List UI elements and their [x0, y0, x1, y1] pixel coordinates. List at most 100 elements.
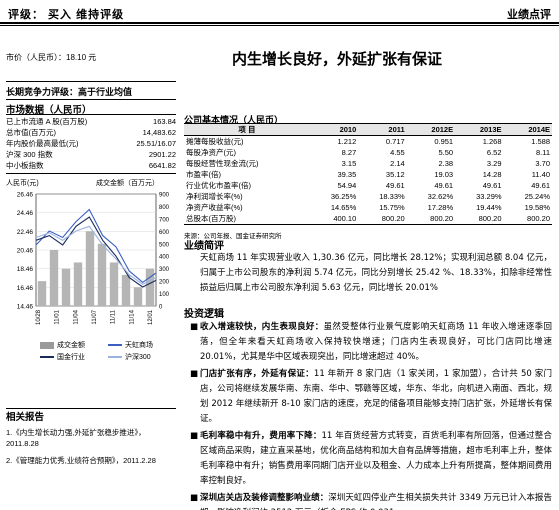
list-item: ■ 深圳店关店及装修调整影响业绩：深圳天虹四停业产生相关损失共计 3349 万元已…: [190, 491, 552, 510]
table-cell: 1.268: [482, 137, 502, 146]
y2-tick-label: 900: [159, 193, 170, 199]
market-data-label: 总市值(百万元): [6, 128, 56, 137]
table-cell: 3.15: [341, 159, 357, 168]
bullet-heading: 收入增速较快，内生表现良好：: [200, 322, 324, 332]
market-data-value: 25.51/16.07: [136, 139, 176, 148]
investment-title: 投资逻辑: [184, 309, 224, 320]
summary-title: 业绩简评: [184, 241, 224, 252]
divider: [6, 81, 176, 82]
legend-item: 国金行业: [40, 352, 108, 362]
legend-label: 天虹商场: [125, 342, 153, 349]
table-row: 每股净资产(元) 8.27 4.55 5.50 6.52 8.11: [184, 147, 552, 158]
table-cell: 19.03: [434, 170, 454, 179]
table-cell: 14.65%: [330, 203, 357, 212]
header-rule-thin: [0, 25, 559, 26]
financial-table: 项 目 2010 2011 2012E 2013E 2014E 摊薄每股收益(元…: [184, 123, 552, 225]
row-label: 摊薄每股收益(元): [186, 137, 244, 146]
market-data-value: 163.84: [153, 117, 176, 126]
y2-tick-label: 600: [159, 230, 170, 236]
table-cell: 36.25%: [330, 192, 357, 201]
table-cell: 54.94: [337, 181, 357, 190]
y-tick-label: 24.46: [17, 210, 34, 217]
headline: 内生增长良好，外延扩张有保证: [232, 50, 443, 68]
table-row: 净资产收益率(%) 14.65% 15.75% 17.28% 19.44% 19.58%: [184, 202, 552, 213]
related-report-link[interactable]: 1.《内生增长动力强,外延扩张稳步推进》，2011.8.28: [6, 427, 176, 449]
right-axis-title: 成交金额（百万元）: [96, 180, 159, 187]
y-tick-label: 26.46: [17, 192, 34, 199]
table-row: 中小板指数 6641.82: [6, 160, 176, 171]
x-tick-label: 11/14: [129, 309, 135, 324]
table-cell: 800.20: [358, 213, 407, 225]
table-cell: 49.61: [434, 181, 454, 190]
summary-text: 天虹商场 11 年实现营业收入 1,30.36 亿元，同比增长 28.12%；实…: [200, 253, 552, 293]
related-report-link[interactable]: 2.《管理能力优秀,业绩符合预期》，2011.2.28: [6, 455, 176, 466]
legend-item: 沪深300: [108, 352, 176, 362]
bullet-mark: ■: [190, 493, 199, 503]
y-tick-label: 18.46: [17, 266, 34, 273]
row-label: 行业优化市盈率(倍): [186, 181, 251, 190]
list-item: ■ 收入增速较快，内生表现良好：虽然受整体行业景气度影响天虹商场 11 年收入增速…: [190, 320, 552, 365]
volume-bar: [73, 262, 83, 306]
bullet-mark: ■: [190, 322, 199, 332]
volume-bar: [37, 281, 47, 306]
table-row: 每股经营性现金流(元) 3.15 2.14 2.38 3.29 3.70: [184, 158, 552, 169]
column-header: 2010: [309, 123, 359, 136]
row-label: 市盈率(倍): [186, 170, 221, 179]
table-cell: 32.62%: [427, 192, 454, 201]
row-label: 每股净资产(元): [186, 148, 236, 157]
table-cell: 0.951: [434, 137, 454, 146]
legend-swatch: [108, 356, 122, 359]
y2-tick-label: 500: [159, 242, 170, 248]
table-cell: 19.58%: [524, 203, 550, 212]
table-row: 行业优化市盈率(倍) 54.94 49.61 49.61 49.61 49.61: [184, 180, 552, 191]
x-tick-label: 11/07: [92, 309, 98, 324]
divider: [6, 99, 176, 100]
bullet-heading: 毛利率稳中有升，费用率下降：: [200, 431, 322, 441]
table-row: 年内股价最高最低(元) 25.51/16.07: [6, 138, 176, 149]
volume-bar: [61, 268, 71, 306]
legend-label: 成交金额: [57, 342, 85, 349]
table-cell: 4.55: [390, 148, 405, 157]
table-cell: 18.33%: [379, 192, 405, 201]
table-row: 总股本(百万股) 400.10 800.20 800.20 800.20 800.20: [184, 213, 552, 225]
table-cell: 3.29: [486, 159, 502, 168]
list-item: ■ 门店扩张有序，外延有保证：11 年新开 8 家门店（1 家关闭，1 家加盟），…: [190, 367, 552, 427]
table-cell: 49.61: [385, 181, 405, 190]
y-tick-label: 14.46: [17, 304, 34, 311]
table-row: 已上市流通 A 股(百万股) 163.84: [6, 116, 176, 127]
table-cell: 14.28: [482, 170, 502, 179]
y-tick-label: 16.46: [17, 285, 34, 292]
volume-bar: [121, 274, 131, 306]
left-axis-title: 人民币(元): [6, 180, 39, 187]
table-cell: 6.52: [486, 148, 502, 157]
table-row: 摊薄每股收益(元) 1.212 0.717 0.951 1.268 1.588: [184, 136, 552, 148]
market-data-label: 沪深 300 指数: [6, 150, 53, 159]
table-cell: 49.61: [531, 181, 550, 190]
table-cell: 1.212: [337, 137, 357, 146]
table-cell: 39.35: [337, 170, 357, 179]
y2-tick-label: 100: [159, 292, 170, 298]
divider: [6, 408, 176, 409]
table-row: 沪深 300 指数 2901.22: [6, 149, 176, 160]
table-cell: 8.27: [341, 148, 357, 157]
y-tick-label: 22.46: [17, 229, 34, 236]
report-type: 业绩点评: [507, 9, 551, 21]
table-row: 净利润增长率(%) 36.25% 18.33% 32.62% 33.29% 25.24%: [184, 191, 552, 202]
market-data-value: 14,483.62: [142, 128, 176, 137]
volume-bar: [109, 262, 119, 306]
table-cell: 11.40: [531, 170, 550, 179]
x-tick-label: 10/28: [36, 309, 42, 325]
list-item: ■ 毛利率稳中有升，费用率下降：11 年百货经营方式转变，百货毛利率有所回落，但通…: [190, 429, 552, 489]
table-header-row: 项 目 2010 2011 2012E 2013E 2014E: [184, 123, 552, 136]
related-reports: 相关报告 1.《内生增长动力强,外延扩张稳步推进》，2011.8.28 2.《管…: [6, 412, 176, 472]
y2-tick-label: 700: [159, 217, 170, 223]
table-cell: 2.38: [438, 159, 454, 168]
volume-bar: [85, 231, 95, 306]
bullet-heading: 门店扩张有序，外延有保证：: [200, 369, 314, 379]
column-header: 2013E: [455, 123, 504, 136]
market-data-label: 中小板指数: [6, 161, 44, 170]
legend-swatch: [108, 344, 122, 347]
bullet-mark: ■: [190, 431, 199, 441]
related-title: 相关报告: [6, 412, 45, 423]
table-cell: 17.28%: [427, 203, 454, 212]
